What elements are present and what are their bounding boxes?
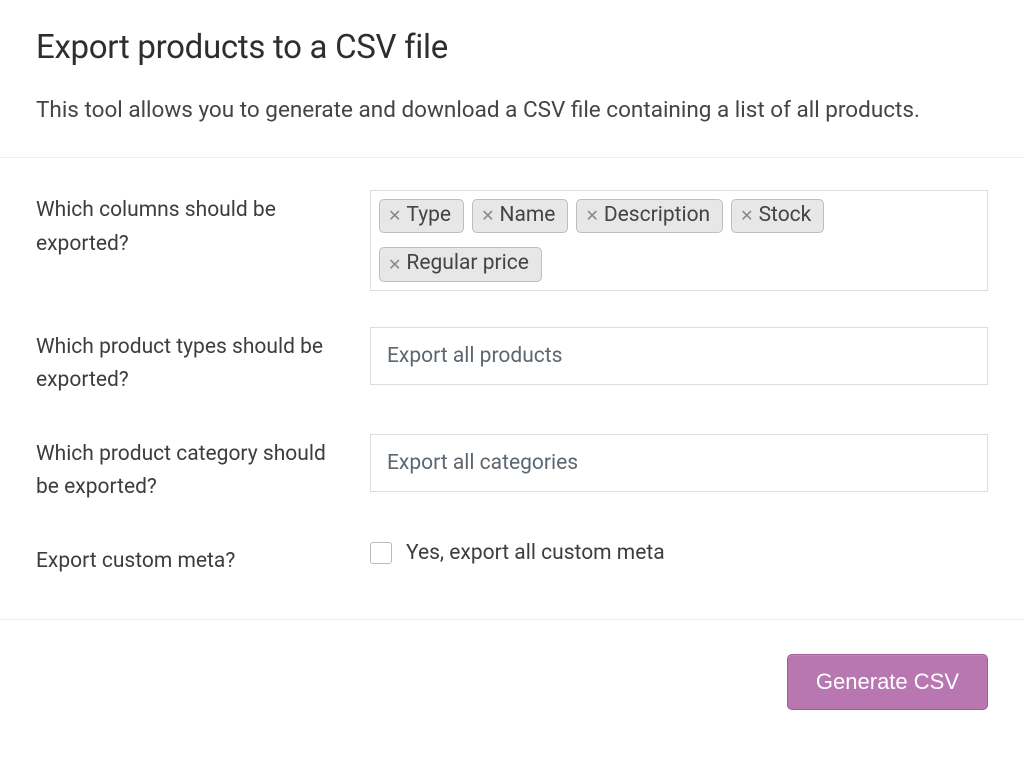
- tag-label: Stock: [759, 204, 812, 227]
- row-types: Which product types should be exported? …: [36, 327, 988, 398]
- close-icon[interactable]: ✕: [388, 208, 401, 224]
- meta-checkbox-row[interactable]: Yes, export all custom meta: [370, 541, 665, 565]
- close-icon[interactable]: ✕: [585, 208, 598, 224]
- columns-multiselect[interactable]: ✕ Type ✕ Name ✕ Description ✕ Stock: [370, 190, 988, 290]
- tag-stock[interactable]: ✕ Stock: [731, 199, 824, 233]
- tag-label: Name: [499, 204, 555, 227]
- tag-description[interactable]: ✕ Description: [576, 199, 723, 233]
- meta-checkbox-label: Yes, export all custom meta: [406, 541, 665, 565]
- panel-header: Export products to a CSV file This tool …: [0, 0, 1024, 158]
- types-label: Which product types should be exported?: [36, 327, 370, 398]
- page-subtitle: This tool allows you to generate and dow…: [36, 95, 988, 125]
- row-meta: Export custom meta? Yes, export all cust…: [36, 541, 988, 579]
- category-label: Which product category should be exporte…: [36, 434, 370, 505]
- types-select[interactable]: Export all products: [370, 327, 988, 385]
- category-select[interactable]: Export all categories: [370, 434, 988, 492]
- panel-footer: Generate CSV: [0, 620, 1024, 744]
- generate-csv-button[interactable]: Generate CSV: [787, 654, 988, 710]
- close-icon[interactable]: ✕: [481, 208, 494, 224]
- row-columns: Which columns should be exported? ✕ Type…: [36, 190, 988, 290]
- tag-label: Regular price: [406, 252, 528, 275]
- columns-label: Which columns should be exported?: [36, 190, 370, 261]
- row-category: Which product category should be exporte…: [36, 434, 988, 505]
- export-panel: Export products to a CSV file This tool …: [0, 0, 1024, 744]
- tag-type[interactable]: ✕ Type: [379, 199, 464, 233]
- tag-name[interactable]: ✕ Name: [472, 199, 568, 233]
- close-icon[interactable]: ✕: [740, 208, 753, 224]
- export-form: Which columns should be exported? ✕ Type…: [0, 158, 1024, 619]
- meta-label: Export custom meta?: [36, 541, 370, 579]
- meta-checkbox[interactable]: [370, 542, 392, 564]
- page-title: Export products to a CSV file: [36, 28, 988, 67]
- tag-label: Type: [406, 204, 451, 227]
- tag-regular-price[interactable]: ✕ Regular price: [379, 247, 542, 281]
- tag-label: Description: [604, 204, 710, 227]
- close-icon[interactable]: ✕: [388, 257, 401, 273]
